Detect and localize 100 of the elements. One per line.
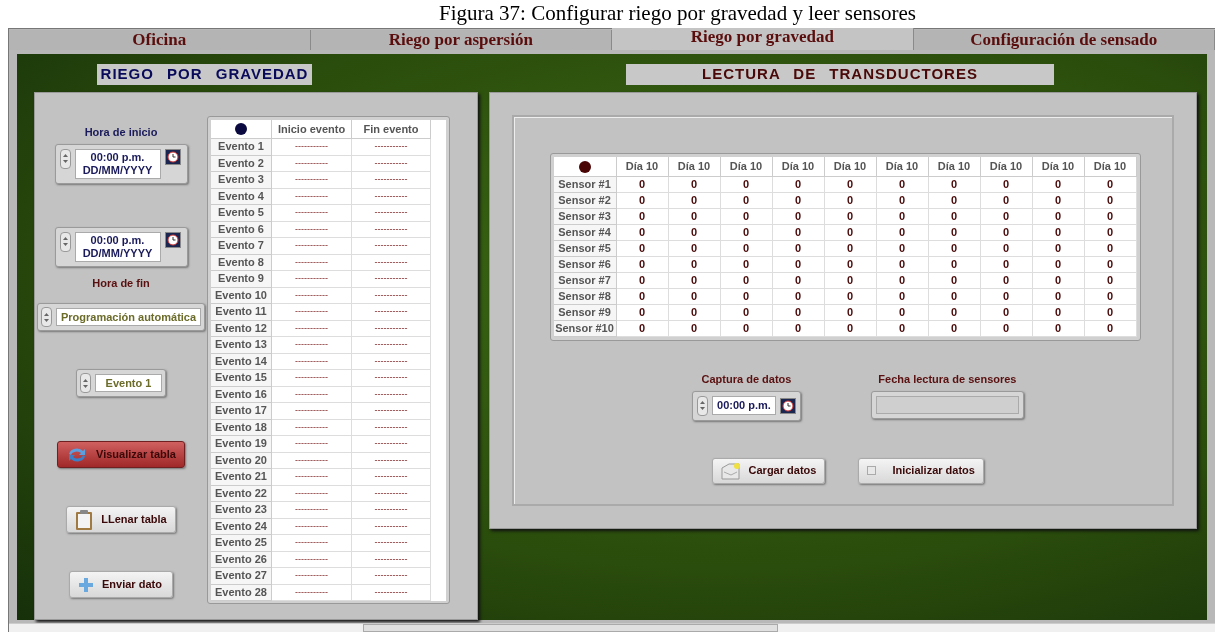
end-time-label: Hora de fin [92,275,150,291]
row-header: Sensor #10 [553,321,617,337]
time-field[interactable]: 00:00 p.m. [712,396,776,415]
spinner-button[interactable] [697,395,709,416]
table-cell: 0 [980,273,1033,289]
table-cell: 0 [928,305,981,321]
table-cell: ----------- [352,568,431,585]
section-title: RIEGO POR GRAVEDAD [97,64,312,85]
table-cell: 0 [1032,321,1085,337]
calendar-button[interactable] [164,148,181,165]
table-cell: 0 [668,289,721,305]
row-header: Sensor #8 [553,289,617,305]
column-header: Día 10 [720,157,773,177]
load-button[interactable]: Cargar datos [711,457,826,484]
table-cell: ----------- [272,386,352,403]
table-cell: 0 [720,177,773,193]
table-cell: ----------- [352,353,431,370]
event-selector[interactable]: Evento 1 [75,369,167,397]
tab[interactable]: Riego por aspersión [310,30,612,50]
table-cell: ----------- [272,205,352,222]
horizontal-scrollbar[interactable] [9,623,1215,632]
table-cell: 0 [824,177,877,193]
up-arrow-icon [62,154,68,157]
table-cell: ----------- [352,271,431,288]
table-cell: ----------- [352,535,431,552]
table-cell: 0 [720,209,773,225]
table-cell: 0 [1084,257,1137,273]
row-header: Evento 13 [211,337,272,354]
calendar-button[interactable] [779,397,796,414]
table-cell: 0 [928,177,981,193]
down-arrow-icon [62,160,68,163]
table-cell: 0 [980,289,1033,305]
calendar-button[interactable] [164,231,181,248]
mode-selector[interactable]: Programación automática [37,303,206,331]
table-cell: 0 [928,289,981,305]
spinner-button[interactable] [41,307,52,327]
tab[interactable]: Configuración de sensado [913,30,1215,50]
table-cell: 0 [1084,225,1137,241]
up-arrow-icon [700,401,706,404]
table-cell: 0 [876,321,929,337]
scrollbar-thumb[interactable] [363,624,778,632]
datetime-field[interactable]: 00:00 p.m. DD/MM/YYYY [74,148,161,179]
start-time-label: Hora de inicio [84,125,158,140]
spinner-button[interactable] [59,148,71,169]
row-header: Evento 11 [211,304,272,321]
table-cell: 0 [668,193,721,209]
table-cell: ----------- [352,320,431,337]
row-header: Sensor #3 [553,209,617,225]
down-arrow-icon [82,384,88,388]
table-cell: 0 [824,305,877,321]
mode-value: Programación automática [56,307,202,327]
up-arrow-icon [62,237,68,240]
table-cell: ----------- [352,205,431,222]
table-cell: 0 [980,241,1033,257]
table-cell: 0 [1084,177,1137,193]
table-cell: 0 [928,273,981,289]
datetime-field[interactable]: 00:00 p.m. DD/MM/YYYY [74,231,161,262]
action-button[interactable]: Enviar dato [69,571,173,598]
table-cell: 0 [928,321,981,337]
table-cell: 0 [772,177,825,193]
indicator-dot-icon [235,123,247,135]
clock-icon [166,233,179,246]
envelope-icon [720,461,741,480]
row-header: Sensor #5 [553,241,617,257]
tab[interactable]: Oficina [9,30,311,50]
table-cell: 0 [928,225,981,241]
table-cell: ----------- [352,188,431,205]
row-header: Evento 19 [211,436,272,453]
table-cell: 0 [876,177,929,193]
table-cell: ----------- [272,139,352,156]
table-cell: ----------- [272,403,352,420]
column-header: Día 10 [1032,157,1085,177]
row-header: Evento 5 [211,205,272,222]
spinner-button[interactable] [59,231,71,252]
row-header: Sensor #4 [553,225,617,241]
table-cell: 0 [720,305,773,321]
action-button[interactable]: LLenar tabla [66,506,176,533]
down-arrow-icon [44,318,49,322]
tab[interactable]: Riego por gravedad [612,28,914,50]
table-cell: 0 [876,289,929,305]
column-header: Día 10 [1084,157,1137,177]
table-cell: 0 [980,257,1033,273]
row-header: Sensor #7 [553,273,617,289]
table-cell: 0 [980,177,1033,193]
table-cell: ----------- [352,485,431,502]
row-header: Evento 21 [211,469,272,486]
table-cell: ----------- [352,551,431,568]
table-cell: 0 [668,321,721,337]
row-header: Sensor #6 [553,257,617,273]
table-cell: ----------- [352,469,431,486]
up-arrow-icon [82,378,88,382]
init-button[interactable]: Inicializar datos [858,457,985,484]
column-header: Día 10 [668,157,721,177]
spinner-button[interactable] [79,373,91,393]
table-cell: 0 [1032,257,1085,273]
table-cell: ----------- [272,436,352,453]
event-value: Evento 1 [94,373,163,393]
table-cell: 0 [616,273,669,289]
indicator-dot-icon [578,160,591,173]
table-cell: 0 [824,193,877,209]
